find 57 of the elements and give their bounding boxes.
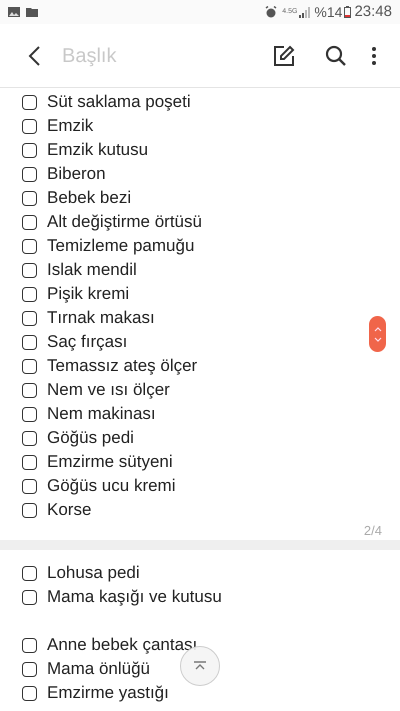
- item-text: Alt değiştirme örtüsü: [47, 211, 202, 233]
- item-text: Lohusa pedi: [47, 562, 140, 584]
- checkbox[interactable]: [22, 454, 37, 470]
- back-icon[interactable]: [27, 44, 41, 66]
- checkbox[interactable]: [22, 262, 37, 278]
- scroll-top-icon: [193, 661, 207, 671]
- checkbox[interactable]: [22, 502, 37, 518]
- item-text: Mama önlüğü: [47, 658, 150, 680]
- item-text: Anne bebek çantası: [47, 634, 198, 656]
- item-text: Biberon: [47, 163, 106, 185]
- item-text: Emzirme yastığı: [47, 682, 169, 704]
- checkbox[interactable]: [22, 142, 37, 158]
- checkbox[interactable]: [22, 566, 37, 580]
- checkbox[interactable]: [22, 430, 37, 446]
- scroll-handle[interactable]: [369, 316, 386, 352]
- item-text: Islak mendil: [47, 259, 137, 281]
- checkbox[interactable]: [22, 94, 37, 110]
- gallery-icon: [8, 7, 20, 17]
- checkbox[interactable]: [22, 310, 37, 326]
- battery-icon: [344, 6, 352, 18]
- checkbox[interactable]: [22, 286, 37, 302]
- checkbox[interactable]: [22, 358, 37, 374]
- checkbox[interactable]: [22, 406, 37, 422]
- checkbox[interactable]: [22, 638, 37, 652]
- alarm-icon: [265, 6, 278, 18]
- checkbox[interactable]: [22, 118, 37, 134]
- page-number: 2/4: [364, 522, 382, 540]
- checkbox[interactable]: [22, 334, 37, 350]
- checkbox[interactable]: [22, 238, 37, 254]
- item-text: Göğüs ucu kremi: [47, 475, 176, 497]
- item-text: Temizleme pamuğu: [47, 235, 194, 257]
- item-text: Mama kaşığı ve kutusu: [47, 586, 222, 608]
- checkbox[interactable]: [22, 686, 37, 700]
- item-text: Nem ve ısı ölçer: [47, 379, 170, 401]
- item-text: Süt saklama poşeti: [47, 91, 191, 113]
- item-text: Saç fırçası: [47, 331, 128, 353]
- checkbox[interactable]: [22, 190, 37, 206]
- item-text: Emzirme sütyeni: [47, 451, 173, 473]
- item-text: Emzik kutusu: [47, 139, 148, 161]
- checkbox[interactable]: [22, 662, 37, 676]
- item-text: Temassız ateş ölçer: [47, 355, 198, 377]
- checkbox[interactable]: [22, 382, 37, 398]
- battery-percent: %14: [314, 2, 342, 22]
- checkbox[interactable]: [22, 478, 37, 494]
- signal-icon: [299, 6, 312, 18]
- checkbox[interactable]: [22, 590, 37, 604]
- item-text: Pişik kremi: [47, 283, 130, 305]
- checkbox[interactable]: [22, 166, 37, 182]
- item-text: Korse: [47, 499, 92, 521]
- clock: 23:48: [354, 2, 392, 22]
- folder-icon: [26, 7, 38, 17]
- item-text: Nem makinası: [47, 403, 156, 425]
- item-text: Bebek bezi: [47, 187, 132, 209]
- checkbox[interactable]: [22, 214, 37, 230]
- item-text: Göğüs pedi: [47, 427, 134, 449]
- item-text: Tırnak makası: [47, 307, 155, 329]
- item-text: Emzik: [47, 115, 94, 137]
